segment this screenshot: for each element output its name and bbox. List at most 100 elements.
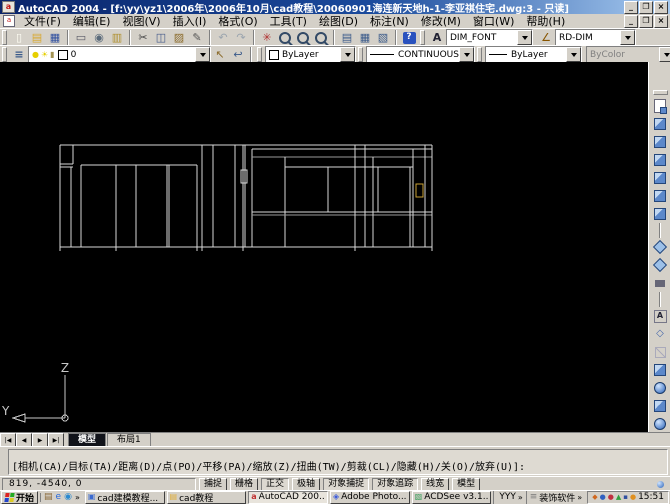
text-style-combo[interactable]: DIM_FONT bbox=[446, 29, 533, 46]
front-view-icon[interactable] bbox=[651, 187, 669, 205]
linetype-combo[interactable]: CONTINUOUS bbox=[366, 46, 475, 63]
pan-realtime-icon[interactable]: ✳ bbox=[258, 30, 276, 45]
layers-manager-icon[interactable]: ≡ bbox=[10, 47, 28, 62]
dim-style-combo[interactable]: RD-DIM bbox=[555, 29, 636, 46]
plot-icon[interactable]: ▭ bbox=[72, 30, 90, 45]
quick-launch-chevron[interactable]: » bbox=[75, 493, 80, 502]
copy-icon[interactable]: ◫ bbox=[152, 30, 170, 45]
tray-icon-6[interactable]: ● bbox=[630, 493, 636, 501]
match-properties-icon[interactable]: ✎ bbox=[188, 30, 206, 45]
flat-shaded-icon[interactable] bbox=[651, 361, 669, 379]
next-layout-button[interactable]: ▶ bbox=[32, 433, 48, 447]
plot-preview-icon[interactable]: ◉ bbox=[90, 30, 108, 45]
toolbar-grip[interactable] bbox=[257, 47, 262, 62]
menu-file[interactable]: 文件(F) bbox=[18, 13, 67, 29]
menu-insert[interactable]: 插入(I) bbox=[167, 13, 213, 29]
toolbar-grip[interactable] bbox=[477, 47, 482, 62]
flat-shaded-edges-icon[interactable] bbox=[651, 397, 669, 415]
doc-minimize-button[interactable]: _ bbox=[624, 14, 638, 28]
gouraud-shaded-edges-icon[interactable] bbox=[651, 415, 669, 433]
gouraud-shaded-icon[interactable] bbox=[651, 379, 669, 397]
open-icon[interactable]: ▤ bbox=[28, 30, 46, 45]
top-view-icon[interactable] bbox=[651, 115, 669, 133]
close-button[interactable]: × bbox=[654, 0, 668, 14]
help-icon[interactable]: ? bbox=[400, 30, 418, 45]
menu-help[interactable]: 帮助(H) bbox=[520, 13, 571, 29]
ortho-toggle[interactable]: 正交 bbox=[261, 477, 290, 491]
color-combo[interactable]: ByLayer bbox=[265, 46, 356, 63]
properties-icon[interactable]: ▤ bbox=[338, 30, 356, 45]
communication-center-icon[interactable] bbox=[654, 478, 666, 490]
toolbar-grip[interactable] bbox=[2, 30, 7, 45]
tray-icon-1[interactable]: ◆ bbox=[592, 493, 597, 501]
2d-wireframe-icon[interactable]: A bbox=[651, 307, 669, 325]
menu-tools[interactable]: 工具(T) bbox=[264, 13, 313, 29]
layer-combo[interactable]: ● ☀ ▮ 0 bbox=[28, 46, 211, 63]
menu-window[interactable]: 窗口(W) bbox=[467, 13, 520, 29]
tray-icon-3[interactable]: ● bbox=[608, 493, 614, 501]
osnap-toggle[interactable]: 对象捕捉 bbox=[323, 477, 370, 491]
lineweight-combo[interactable]: ByLayer bbox=[485, 46, 582, 63]
cut-icon[interactable]: ✂ bbox=[134, 30, 152, 45]
sw-isometric-icon[interactable] bbox=[651, 238, 669, 256]
paste-icon[interactable]: ▨ bbox=[170, 30, 188, 45]
polar-toggle[interactable]: 极轴 bbox=[292, 477, 321, 491]
layer-previous-icon[interactable]: ↩ bbox=[229, 47, 247, 62]
menu-draw[interactable]: 绘图(D) bbox=[313, 13, 364, 29]
drawing-canvas[interactable]: Z Y bbox=[0, 62, 670, 432]
camera-icon[interactable] bbox=[651, 274, 669, 292]
chevron-down-icon[interactable] bbox=[459, 47, 474, 62]
lineweight-toggle[interactable]: 线宽 bbox=[421, 477, 450, 491]
taskbar-toolbar-decor[interactable]: ≡ 装饰软件 » bbox=[525, 490, 585, 504]
undo-icon[interactable]: ↶ bbox=[214, 30, 232, 45]
chevron-down-icon[interactable] bbox=[517, 30, 532, 45]
tab-layout1[interactable]: 布局1 bbox=[107, 433, 151, 447]
toolbar-grip[interactable] bbox=[358, 47, 363, 62]
save-icon[interactable]: ▦ bbox=[46, 30, 64, 45]
otrack-toggle[interactable]: 对象追踪 bbox=[372, 477, 419, 491]
publish-icon[interactable]: ▥ bbox=[108, 30, 126, 45]
command-history[interactable]: [相机(CA)/目标(TA)/距离(D)/点(PO)/平移(PA)/缩放(Z)/… bbox=[8, 449, 668, 475]
named-views-icon[interactable] bbox=[651, 97, 669, 115]
command-window[interactable]: [相机(CA)/目标(TA)/距离(D)/点(PO)/平移(PA)/缩放(Z)/… bbox=[0, 446, 670, 476]
last-layout-button[interactable]: ▶| bbox=[48, 433, 64, 447]
menu-modify[interactable]: 修改(M) bbox=[415, 13, 467, 29]
model-space-button[interactable]: 模型 bbox=[452, 477, 481, 491]
task-photoshop[interactable]: ◈ Adobe Photo... bbox=[329, 490, 410, 504]
menu-edit[interactable]: 编辑(E) bbox=[67, 13, 117, 29]
new-icon[interactable]: ▯ bbox=[10, 30, 28, 45]
chevron-down-icon[interactable] bbox=[566, 47, 581, 62]
chevron-down-icon[interactable] bbox=[620, 30, 635, 45]
bottom-view-icon[interactable] bbox=[651, 133, 669, 151]
zoom-window-icon[interactable] bbox=[294, 30, 312, 45]
restore-button[interactable]: ❐ bbox=[639, 0, 653, 14]
tray-icon-2[interactable]: ● bbox=[600, 493, 606, 501]
toolbar-grip[interactable] bbox=[2, 47, 7, 62]
left-view-icon[interactable] bbox=[651, 151, 669, 169]
make-object-layer-current-icon[interactable]: ↖ bbox=[211, 47, 229, 62]
grid-toggle[interactable]: 栅格 bbox=[230, 477, 259, 491]
menu-dimension[interactable]: 标注(N) bbox=[364, 13, 415, 29]
tool-palettes-icon[interactable]: ▧ bbox=[374, 30, 392, 45]
chevron-down-icon[interactable] bbox=[195, 47, 210, 62]
menu-view[interactable]: 视图(V) bbox=[116, 13, 166, 29]
tray-icon-4[interactable]: ▲ bbox=[616, 493, 621, 501]
task-autocad[interactable]: a AutoCAD 200... bbox=[248, 490, 328, 504]
start-button[interactable]: 开始 bbox=[1, 490, 39, 504]
right-view-icon[interactable] bbox=[651, 169, 669, 187]
task-cad-modeling-tutorial[interactable]: ▣ cad建模教程... bbox=[84, 490, 165, 504]
task-acdsee[interactable]: ▧ ACDSee v3.1... bbox=[411, 490, 492, 504]
media-player-icon[interactable]: ◉ bbox=[64, 492, 72, 502]
first-layout-button[interactable]: |◀ bbox=[0, 433, 16, 447]
zoom-previous-icon[interactable] bbox=[312, 30, 330, 45]
tab-model[interactable]: 模型 bbox=[68, 433, 107, 447]
tray-icon-5[interactable]: ▪ bbox=[623, 493, 628, 501]
se-isometric-icon[interactable] bbox=[651, 256, 669, 274]
doc-close-button[interactable]: × bbox=[654, 14, 668, 28]
3d-wireframe-icon[interactable]: ◇ bbox=[651, 325, 669, 343]
toolbar-grip[interactable] bbox=[652, 90, 668, 95]
hidden-line-icon[interactable] bbox=[651, 343, 669, 361]
ie-icon[interactable]: e bbox=[56, 492, 62, 502]
toolbar-grip[interactable] bbox=[420, 30, 425, 45]
doc-restore-button[interactable]: ❐ bbox=[639, 14, 653, 28]
